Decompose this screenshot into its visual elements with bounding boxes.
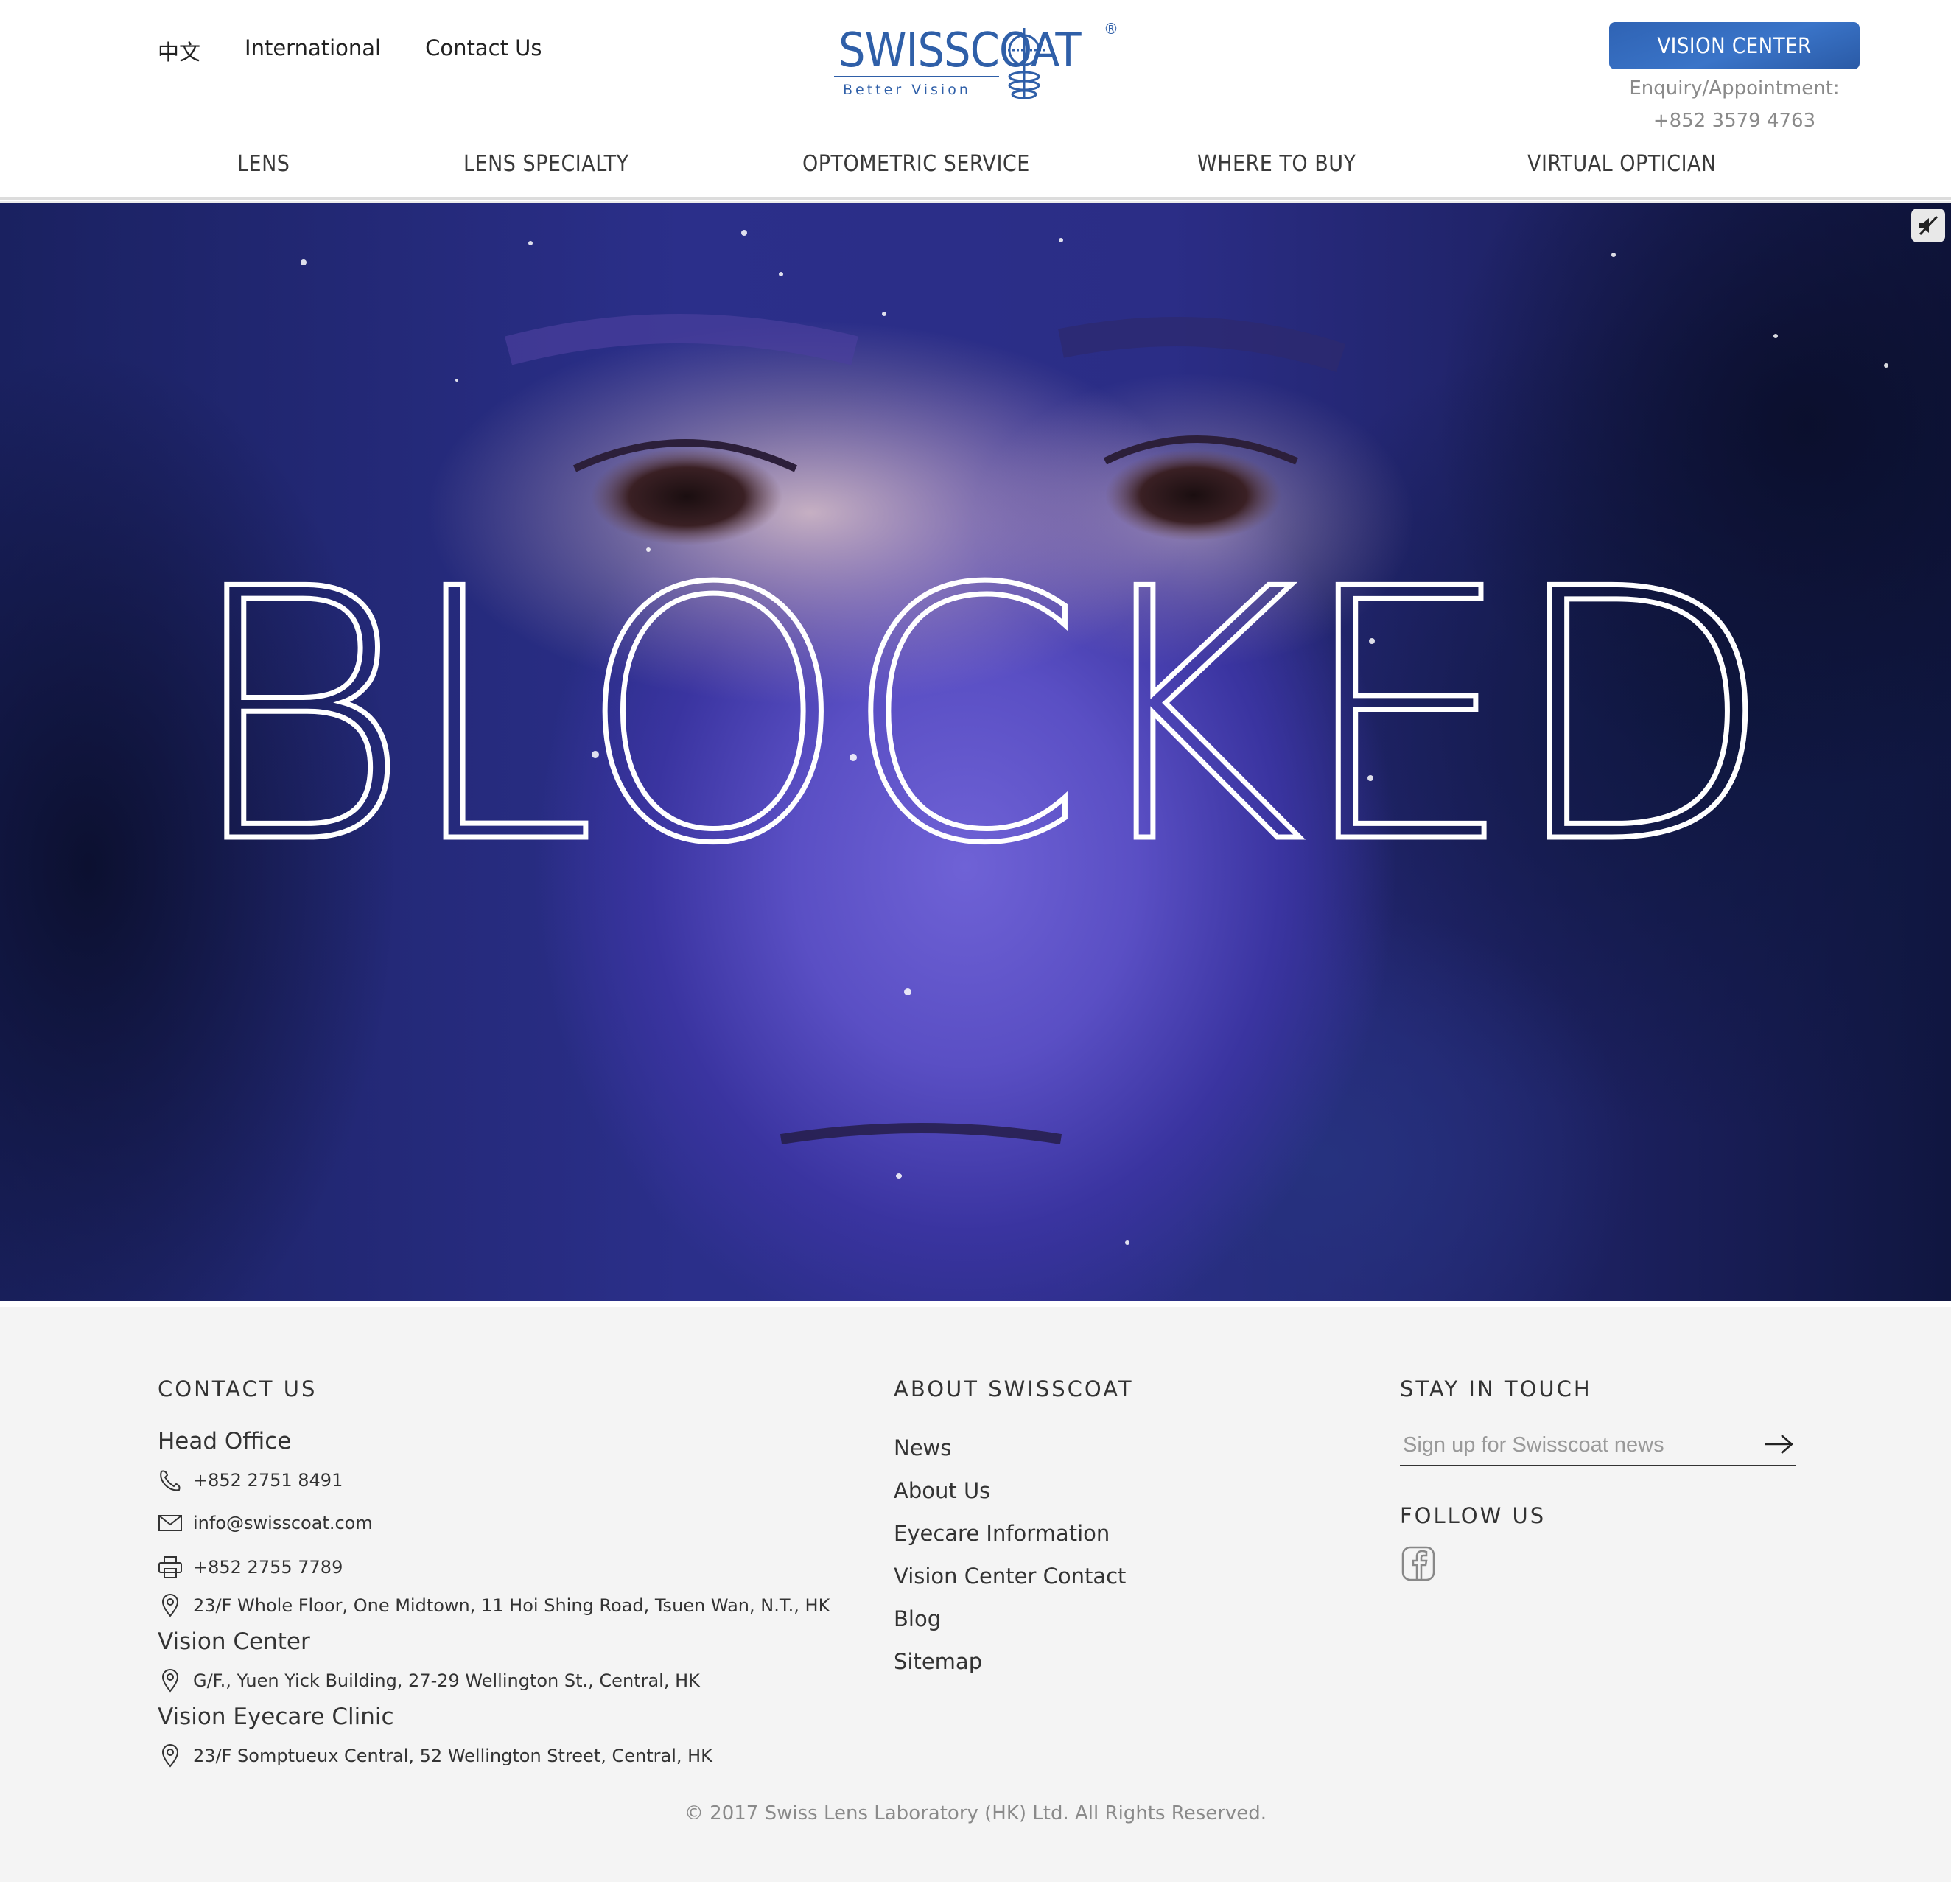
contact-phone[interactable]: +852 2751 8491: [158, 1468, 343, 1493]
about-link-about-us[interactable]: About Us: [894, 1478, 990, 1503]
location-pin-icon: [158, 1593, 183, 1618]
svg-text:SWISSCOAT: SWISSCOAT: [838, 24, 1082, 78]
contact-us-link[interactable]: Contact Us: [425, 35, 542, 66]
newsletter-email-input[interactable]: [1401, 1428, 1751, 1462]
enquiry-phone[interactable]: +852 3579 4763: [1609, 105, 1860, 137]
fax-printer-icon: [158, 1555, 183, 1580]
svg-text:Better Vision: Better Vision: [843, 82, 971, 98]
nav-divider: [0, 197, 1951, 200]
vision-center-button[interactable]: VISION CENTER: [1609, 22, 1860, 69]
language-chinese-link[interactable]: 中文: [158, 35, 200, 66]
enquiry-label: Enquiry/Appointment:: [1629, 77, 1840, 99]
contact-address: 23/F Whole Floor, One Midtown, 11 Hoi Sh…: [158, 1593, 830, 1618]
main-nav: LENS LENS SPECIALTY OPTOMETRIC SERVICE W…: [0, 151, 1951, 194]
follow-us-heading: FOLLOW US: [1400, 1503, 1547, 1528]
nav-optometric-service[interactable]: OPTOMETRIC SERVICE: [802, 151, 1030, 177]
about-link-eyecare-information[interactable]: Eyecare Information: [894, 1521, 1110, 1546]
email-address: info@swisscoat.com: [193, 1513, 373, 1533]
head-office-address: 23/F Whole Floor, One Midtown, 11 Hoi Sh…: [193, 1595, 830, 1616]
about-link-blog[interactable]: Blog: [894, 1606, 941, 1631]
nav-lens-specialty[interactable]: LENS SPECIALTY: [463, 151, 629, 177]
head-office-title: Head Office: [158, 1428, 292, 1455]
nav-virtual-optician[interactable]: VIRTUAL OPTICIAN: [1527, 151, 1717, 177]
facebook-icon[interactable]: [1401, 1546, 1435, 1581]
page-bottom: [0, 1882, 1951, 1904]
mail-icon: [158, 1511, 183, 1536]
contact-fax: +852 2755 7789: [158, 1555, 343, 1580]
arrow-right-icon[interactable]: [1764, 1431, 1793, 1457]
top-links: 中文 International Contact Us: [158, 35, 542, 66]
phone-number: +852 2751 8491: [193, 1470, 343, 1491]
international-link[interactable]: International: [245, 35, 381, 66]
fax-number: +852 2755 7789: [193, 1557, 343, 1578]
newsletter-signup: [1400, 1425, 1796, 1466]
mute-button[interactable]: [1911, 209, 1945, 242]
clinic-title: Vision Eyecare Clinic: [158, 1704, 394, 1730]
swisscoat-logo[interactable]: SWISSCOAT ® Better Vision: [830, 18, 1124, 103]
hero-face-image: BLOCKED: [0, 203, 1951, 1301]
contact-email[interactable]: info@swisscoat.com: [158, 1511, 373, 1536]
speaker-muted-icon: [1919, 215, 1938, 236]
enquiry-info: Enquiry/Appointment: +852 3579 4763: [1609, 72, 1860, 137]
clinic-address: 23/F Somptueux Central, 52 Wellington St…: [193, 1746, 712, 1766]
vision-center-address-row: G/F., Yuen Yick Building, 27-29 Wellingt…: [158, 1668, 700, 1693]
stay-in-touch-heading: STAY IN TOUCH: [1400, 1376, 1592, 1401]
vision-center-title: Vision Center: [158, 1628, 310, 1655]
location-pin-icon: [158, 1743, 183, 1768]
about-link-sitemap[interactable]: Sitemap: [894, 1649, 982, 1674]
clinic-address-row: 23/F Somptueux Central, 52 Wellington St…: [158, 1743, 712, 1768]
contact-heading: CONTACT US: [158, 1376, 318, 1401]
phone-icon: [158, 1468, 183, 1493]
about-heading: ABOUT SWISSCOAT: [894, 1376, 1134, 1401]
svg-text:®: ®: [1104, 20, 1118, 38]
nav-lens[interactable]: LENS: [237, 151, 290, 177]
vision-center-address: G/F., Yuen Yick Building, 27-29 Wellingt…: [193, 1670, 700, 1691]
about-link-news[interactable]: News: [894, 1435, 951, 1460]
hero-video[interactable]: BLOCKED: [0, 203, 1951, 1301]
location-pin-icon: [158, 1668, 183, 1693]
about-link-vision-center-contact[interactable]: Vision Center Contact: [894, 1564, 1126, 1589]
blocked-overlay-text: BLOCKED: [184, 516, 1767, 919]
nav-divider-shadow: [0, 201, 1951, 203]
site-header: 中文 International Contact Us SWISSCOAT ® …: [0, 0, 1951, 199]
nav-where-to-buy[interactable]: WHERE TO BUY: [1197, 151, 1356, 177]
copyright: © 2017 Swiss Lens Laboratory (HK) Ltd. A…: [684, 1802, 1267, 1824]
